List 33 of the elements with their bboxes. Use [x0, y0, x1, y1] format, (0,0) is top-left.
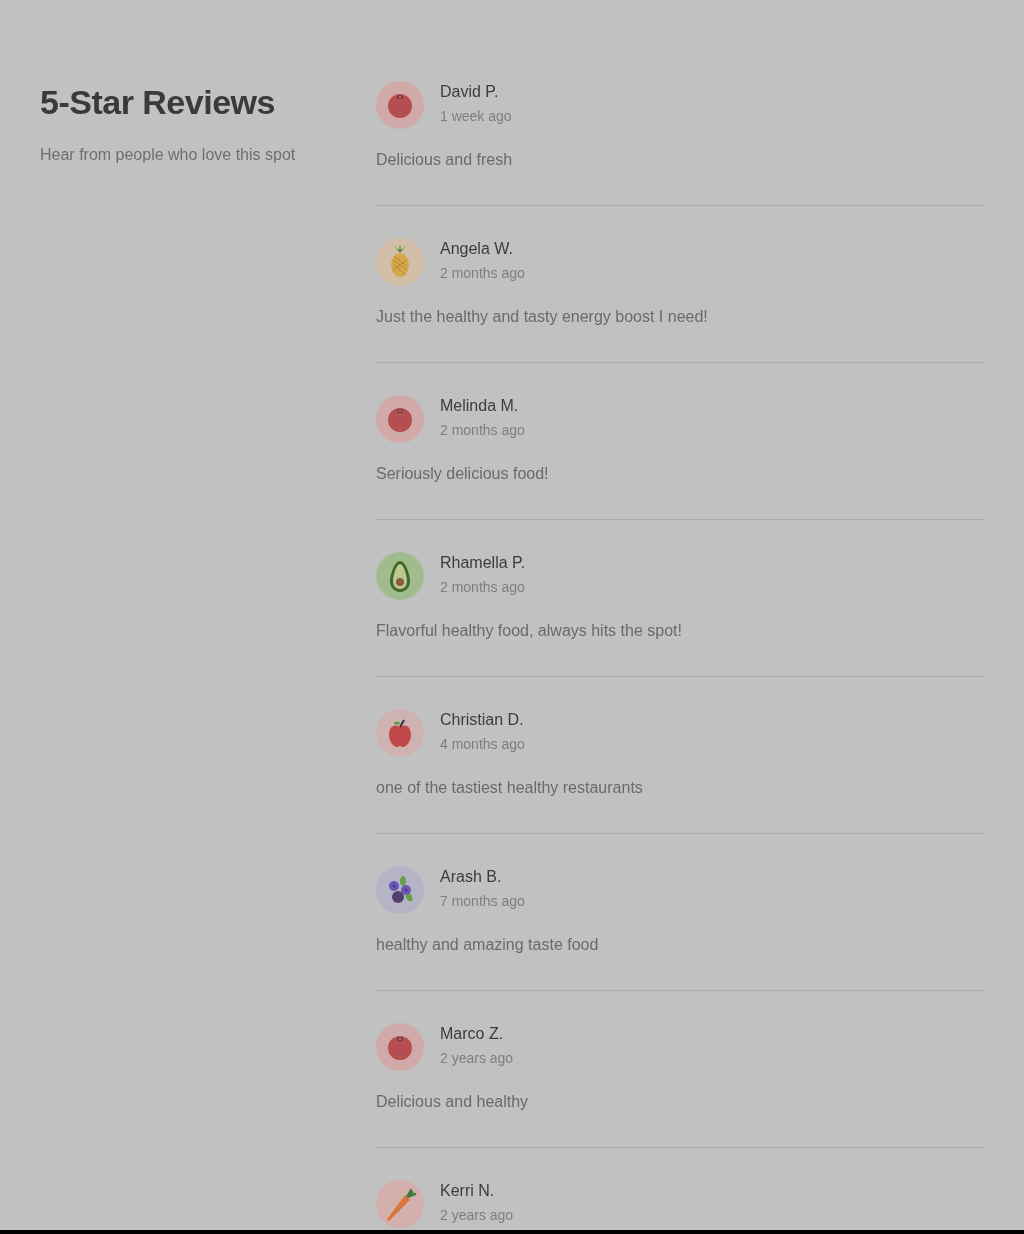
review-time: 2 months ago — [440, 264, 525, 282]
review-text: Just the healthy and tasty energy boost I need! — [376, 307, 709, 327]
reviewer-name: Marco Z. — [440, 1024, 505, 1044]
review-time: 1 week ago — [440, 107, 512, 125]
reviewer-name: Rhamella P. — [440, 553, 526, 573]
pineapple-icon — [376, 238, 424, 286]
reviewer-name: Christian D. — [440, 710, 525, 730]
tomato-icon — [376, 1023, 424, 1071]
reviewer-name: Arash B. — [440, 867, 503, 887]
review-time: 2 years ago — [440, 1049, 514, 1067]
tomato-icon — [376, 81, 424, 129]
review-text: healthy and amazing taste food — [376, 935, 600, 955]
subtitle: Hear from people who love this spot — [40, 145, 297, 165]
review-time: 7 months ago — [440, 892, 525, 910]
avocado-icon — [376, 552, 424, 600]
review-text: Delicious and fresh — [376, 150, 514, 170]
blueberry-icon — [376, 866, 424, 914]
review-text: Seriously delicious food! — [376, 464, 550, 484]
review-text: Delicious and healthy — [376, 1092, 530, 1112]
carrot-icon — [376, 1180, 424, 1228]
review-time: 2 months ago — [440, 421, 525, 439]
reviewer-name: Angela W. — [440, 239, 514, 259]
review-time: 4 months ago — [440, 735, 525, 753]
tomato-icon — [376, 395, 424, 443]
review-time: 2 months ago — [440, 578, 526, 596]
review-time: 2 years ago — [440, 1206, 514, 1224]
review-text: one of the tastiest healthy restaurants — [376, 778, 644, 798]
review-text: Flavorful healthy food, always hits the spot! — [376, 621, 683, 641]
reviewer-name: Kerri N. — [440, 1181, 496, 1201]
apple-icon — [376, 709, 424, 757]
reviewer-name: Melinda M. — [440, 396, 520, 416]
page-title: 5-Star Reviews — [40, 85, 276, 119]
reviewer-name: David P. — [440, 82, 500, 102]
